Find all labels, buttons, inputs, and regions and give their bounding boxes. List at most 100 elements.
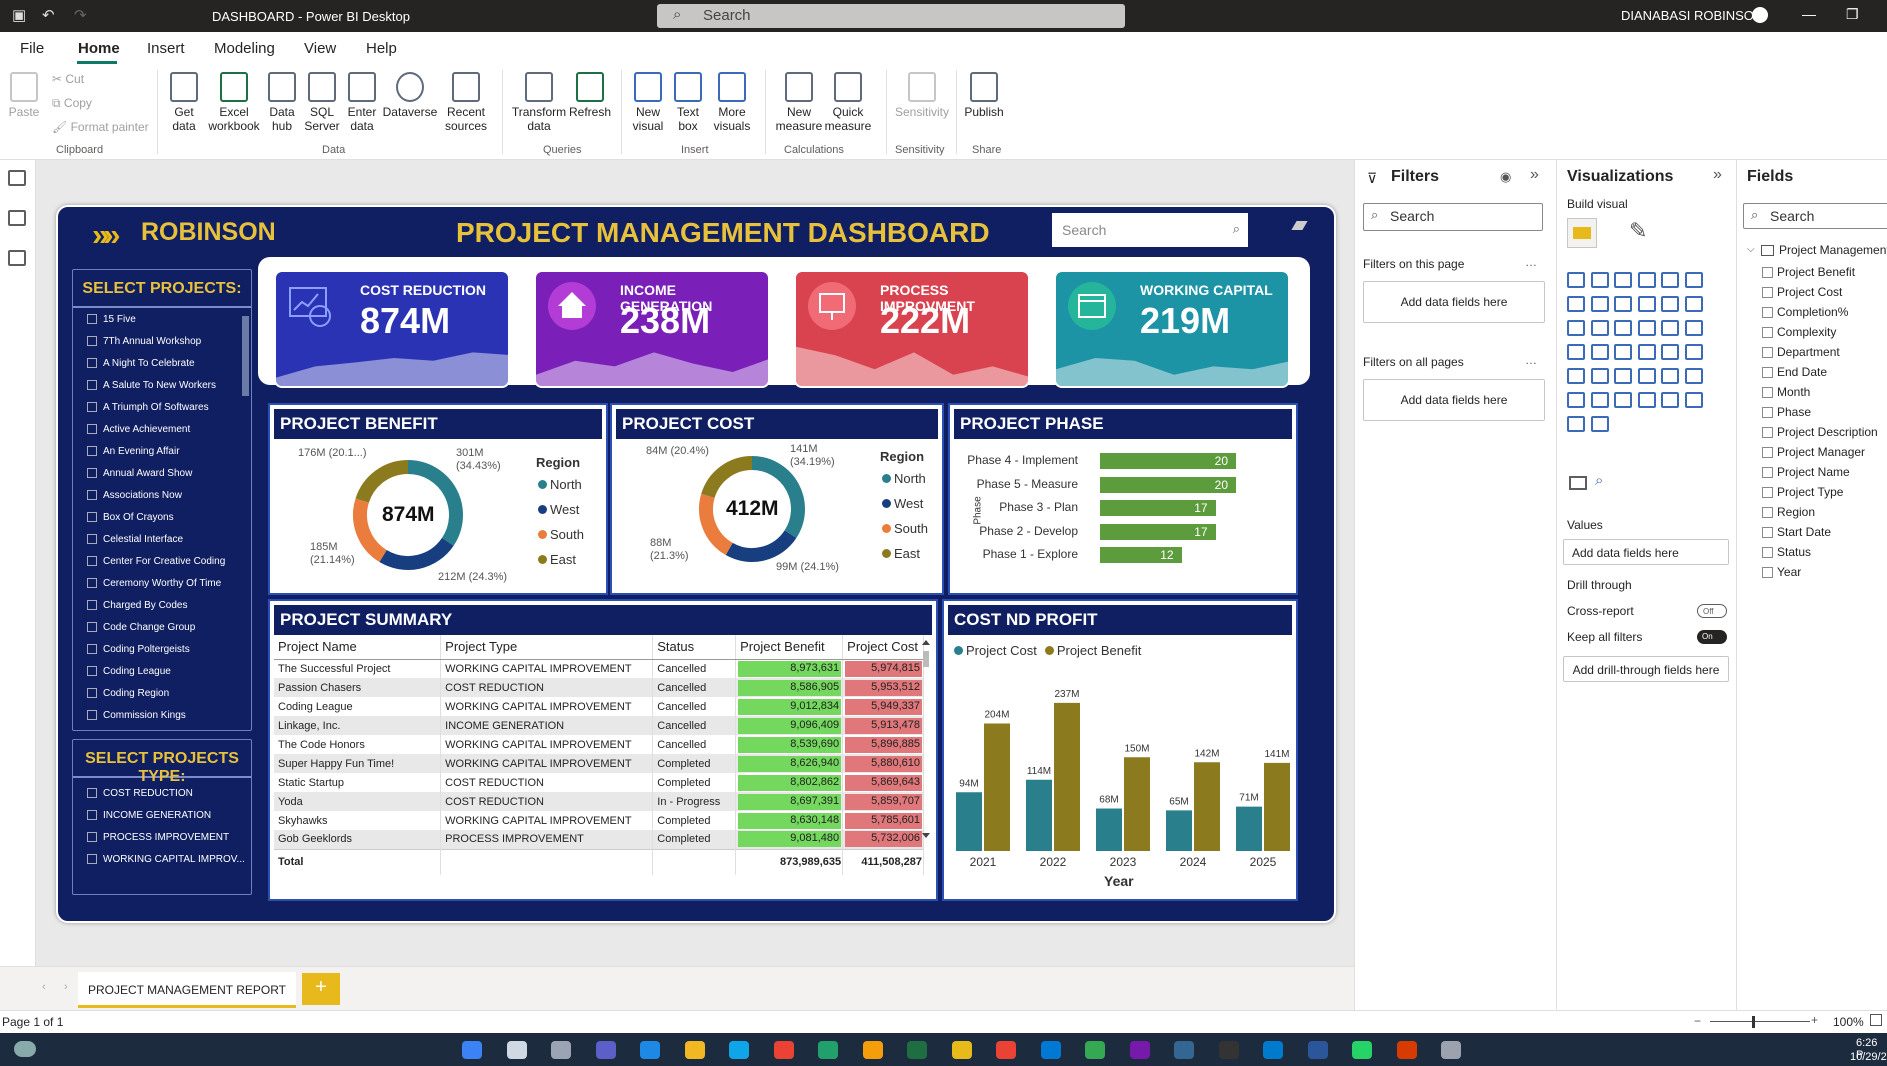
taskbar-app-icon[interactable] <box>862 1041 883 1059</box>
checkbox[interactable] <box>1762 307 1773 318</box>
format-painter-button[interactable]: 🖌 Format painter <box>52 120 149 134</box>
visual-type-icon[interactable] <box>1567 320 1585 336</box>
taskbar-app-icon[interactable] <box>1396 1041 1417 1059</box>
taskbar-app-icon[interactable] <box>551 1041 571 1059</box>
taskbar-app-icon[interactable] <box>729 1041 749 1059</box>
zoom-in-icon[interactable]: + <box>1811 1013 1818 1027</box>
cross-report-toggle[interactable]: Off <box>1697 604 1727 618</box>
eraser-icon[interactable] <box>1291 221 1308 230</box>
taskbar-app-icon[interactable] <box>773 1041 794 1059</box>
visual-type-icon[interactable] <box>1567 368 1585 384</box>
visual-type-icon[interactable] <box>1637 320 1656 336</box>
slicer-item[interactable]: A Night To Celebrate <box>73 352 251 374</box>
visual-type-icon[interactable] <box>1637 392 1656 408</box>
recent-sources-button[interactable]: Recent sources <box>440 72 492 133</box>
table-row[interactable]: The Successful Project WORKING CAPITAL IM… <box>274 659 924 678</box>
legend-item-south[interactable]: South <box>538 527 584 542</box>
slicer-item[interactable]: A Salute To New Workers <box>73 374 251 396</box>
redo-icon[interactable]: ↷ <box>74 6 87 24</box>
field-item[interactable]: Department <box>1762 345 1840 359</box>
visual-type-icon[interactable] <box>1567 392 1585 408</box>
build-visual-tab[interactable] <box>1567 218 1597 248</box>
keep-filters-toggle[interactable]: On <box>1697 630 1727 644</box>
taskbar-app-icon[interactable] <box>1263 1041 1283 1059</box>
checkbox[interactable] <box>87 788 97 798</box>
taskbar-app-icon[interactable] <box>818 1041 838 1059</box>
checkbox[interactable] <box>87 314 97 324</box>
collapse-icon[interactable]: » <box>1713 166 1722 184</box>
kpi-working-capital[interactable]: WORKING CAPITAL 219M <box>1054 270 1290 388</box>
format-visual-icon[interactable]: ✎ <box>1629 218 1647 244</box>
visual-type-icon[interactable] <box>1567 416 1585 432</box>
report-search-input[interactable]: Search ⌕ <box>1052 213 1248 247</box>
checkbox[interactable] <box>1762 527 1773 538</box>
visual-type-icon[interactable] <box>1590 320 1609 336</box>
slicer-item[interactable]: An Evening Affair <box>73 440 251 462</box>
column-header[interactable]: Project Cost <box>842 635 924 660</box>
project-benefit-panel[interactable]: PROJECT BENEFIT 874M 301M (34.43%) 212M (… <box>268 403 608 595</box>
menu-help[interactable]: Help <box>366 40 397 57</box>
zoom-thumb[interactable] <box>1752 1016 1755 1028</box>
field-item[interactable]: Project Manager <box>1762 445 1865 459</box>
drill-through-drop[interactable]: Add drill-through fields here <box>1563 656 1729 682</box>
slicer-item[interactable]: 7Th Annual Workshop <box>73 330 251 352</box>
enter-data-button[interactable]: Enter data <box>344 72 380 133</box>
refresh-button[interactable]: Refresh <box>568 72 612 119</box>
visual-type-icon[interactable] <box>1661 344 1679 360</box>
checkbox[interactable] <box>87 358 97 368</box>
visual-type-icon[interactable] <box>1614 320 1632 336</box>
taskbar-app-icon[interactable] <box>684 1041 705 1059</box>
restore-icon[interactable]: ❐ <box>1846 6 1859 23</box>
zoom-slider[interactable] <box>1710 1021 1810 1022</box>
more-icon[interactable]: … <box>1525 353 1537 367</box>
checkbox[interactable] <box>87 832 97 842</box>
sensitivity-button[interactable]: Sensitivity <box>890 72 954 119</box>
visual-type-icon[interactable] <box>1614 368 1632 384</box>
get-data-button[interactable]: Get data <box>165 72 203 133</box>
tab-project-management-report[interactable]: PROJECT MANAGEMENT REPORT <box>78 972 296 1008</box>
text-box-button[interactable]: Text box <box>670 72 706 133</box>
visual-type-icon[interactable] <box>1684 272 1703 288</box>
sql-server-button[interactable]: SQL Server <box>304 72 340 133</box>
checkbox[interactable] <box>1762 467 1773 478</box>
slicer-item[interactable]: Ceremony Worthy Of Time <box>73 572 251 594</box>
analytics-search-icon[interactable]: ⌕ <box>1595 472 1603 489</box>
checkbox[interactable] <box>87 810 97 820</box>
field-item[interactable]: Start Date <box>1762 525 1831 539</box>
checkbox[interactable] <box>87 490 97 500</box>
visual-type-icon[interactable] <box>1614 392 1632 408</box>
checkbox[interactable] <box>87 600 97 610</box>
legend-item-south[interactable]: South <box>882 521 928 536</box>
legend-item-west[interactable]: West <box>538 502 579 517</box>
legend-item-project-benefit[interactable]: Project Benefit <box>1044 643 1141 658</box>
checkbox[interactable] <box>87 468 97 478</box>
visual-type-icon[interactable] <box>1567 272 1585 288</box>
kpi-cost-reduction[interactable]: COST REDUCTION 874M <box>274 270 510 388</box>
checkbox[interactable] <box>87 666 97 676</box>
cost-profit-panel[interactable]: COST ND PROFIT Project Cost Project Benef… <box>942 599 1298 901</box>
visual-type-icon[interactable] <box>1590 272 1609 288</box>
checkbox[interactable] <box>1762 547 1773 558</box>
slicer-item[interactable]: Coding Poltergeists <box>73 638 251 660</box>
add-page-button[interactable]: + <box>302 973 340 1005</box>
field-item[interactable]: Status <box>1762 545 1811 559</box>
project-cost-panel[interactable]: PROJECT COST 412M 141M (34.19%) 99M (24.1… <box>610 403 944 595</box>
visual-type-icon[interactable] <box>1590 416 1609 432</box>
collapse-icon[interactable]: » <box>1530 166 1539 184</box>
menu-insert[interactable]: Insert <box>147 40 185 57</box>
transform-data-button[interactable]: Transform data <box>510 72 568 133</box>
table-row[interactable]: Skyhawks WORKING CAPITAL IMPROVEMENT Compl… <box>274 811 924 830</box>
slicer-item[interactable]: Box Of Crayons <box>73 506 251 528</box>
checkbox[interactable] <box>87 710 97 720</box>
checkbox[interactable] <box>87 512 97 522</box>
slicer-item[interactable]: COST REDUCTION <box>73 782 251 804</box>
avatar[interactable] <box>1752 7 1768 23</box>
checkbox[interactable] <box>87 446 97 456</box>
undo-icon[interactable]: ↶ <box>42 6 55 24</box>
visual-type-icon[interactable] <box>1637 272 1656 288</box>
checkbox[interactable] <box>87 622 97 632</box>
publish-button[interactable]: Publish <box>962 72 1006 119</box>
slicer-item[interactable]: Charged By Codes <box>73 594 251 616</box>
taskbar-app-icon[interactable] <box>640 1041 660 1059</box>
field-item[interactable]: Project Description <box>1762 425 1878 439</box>
